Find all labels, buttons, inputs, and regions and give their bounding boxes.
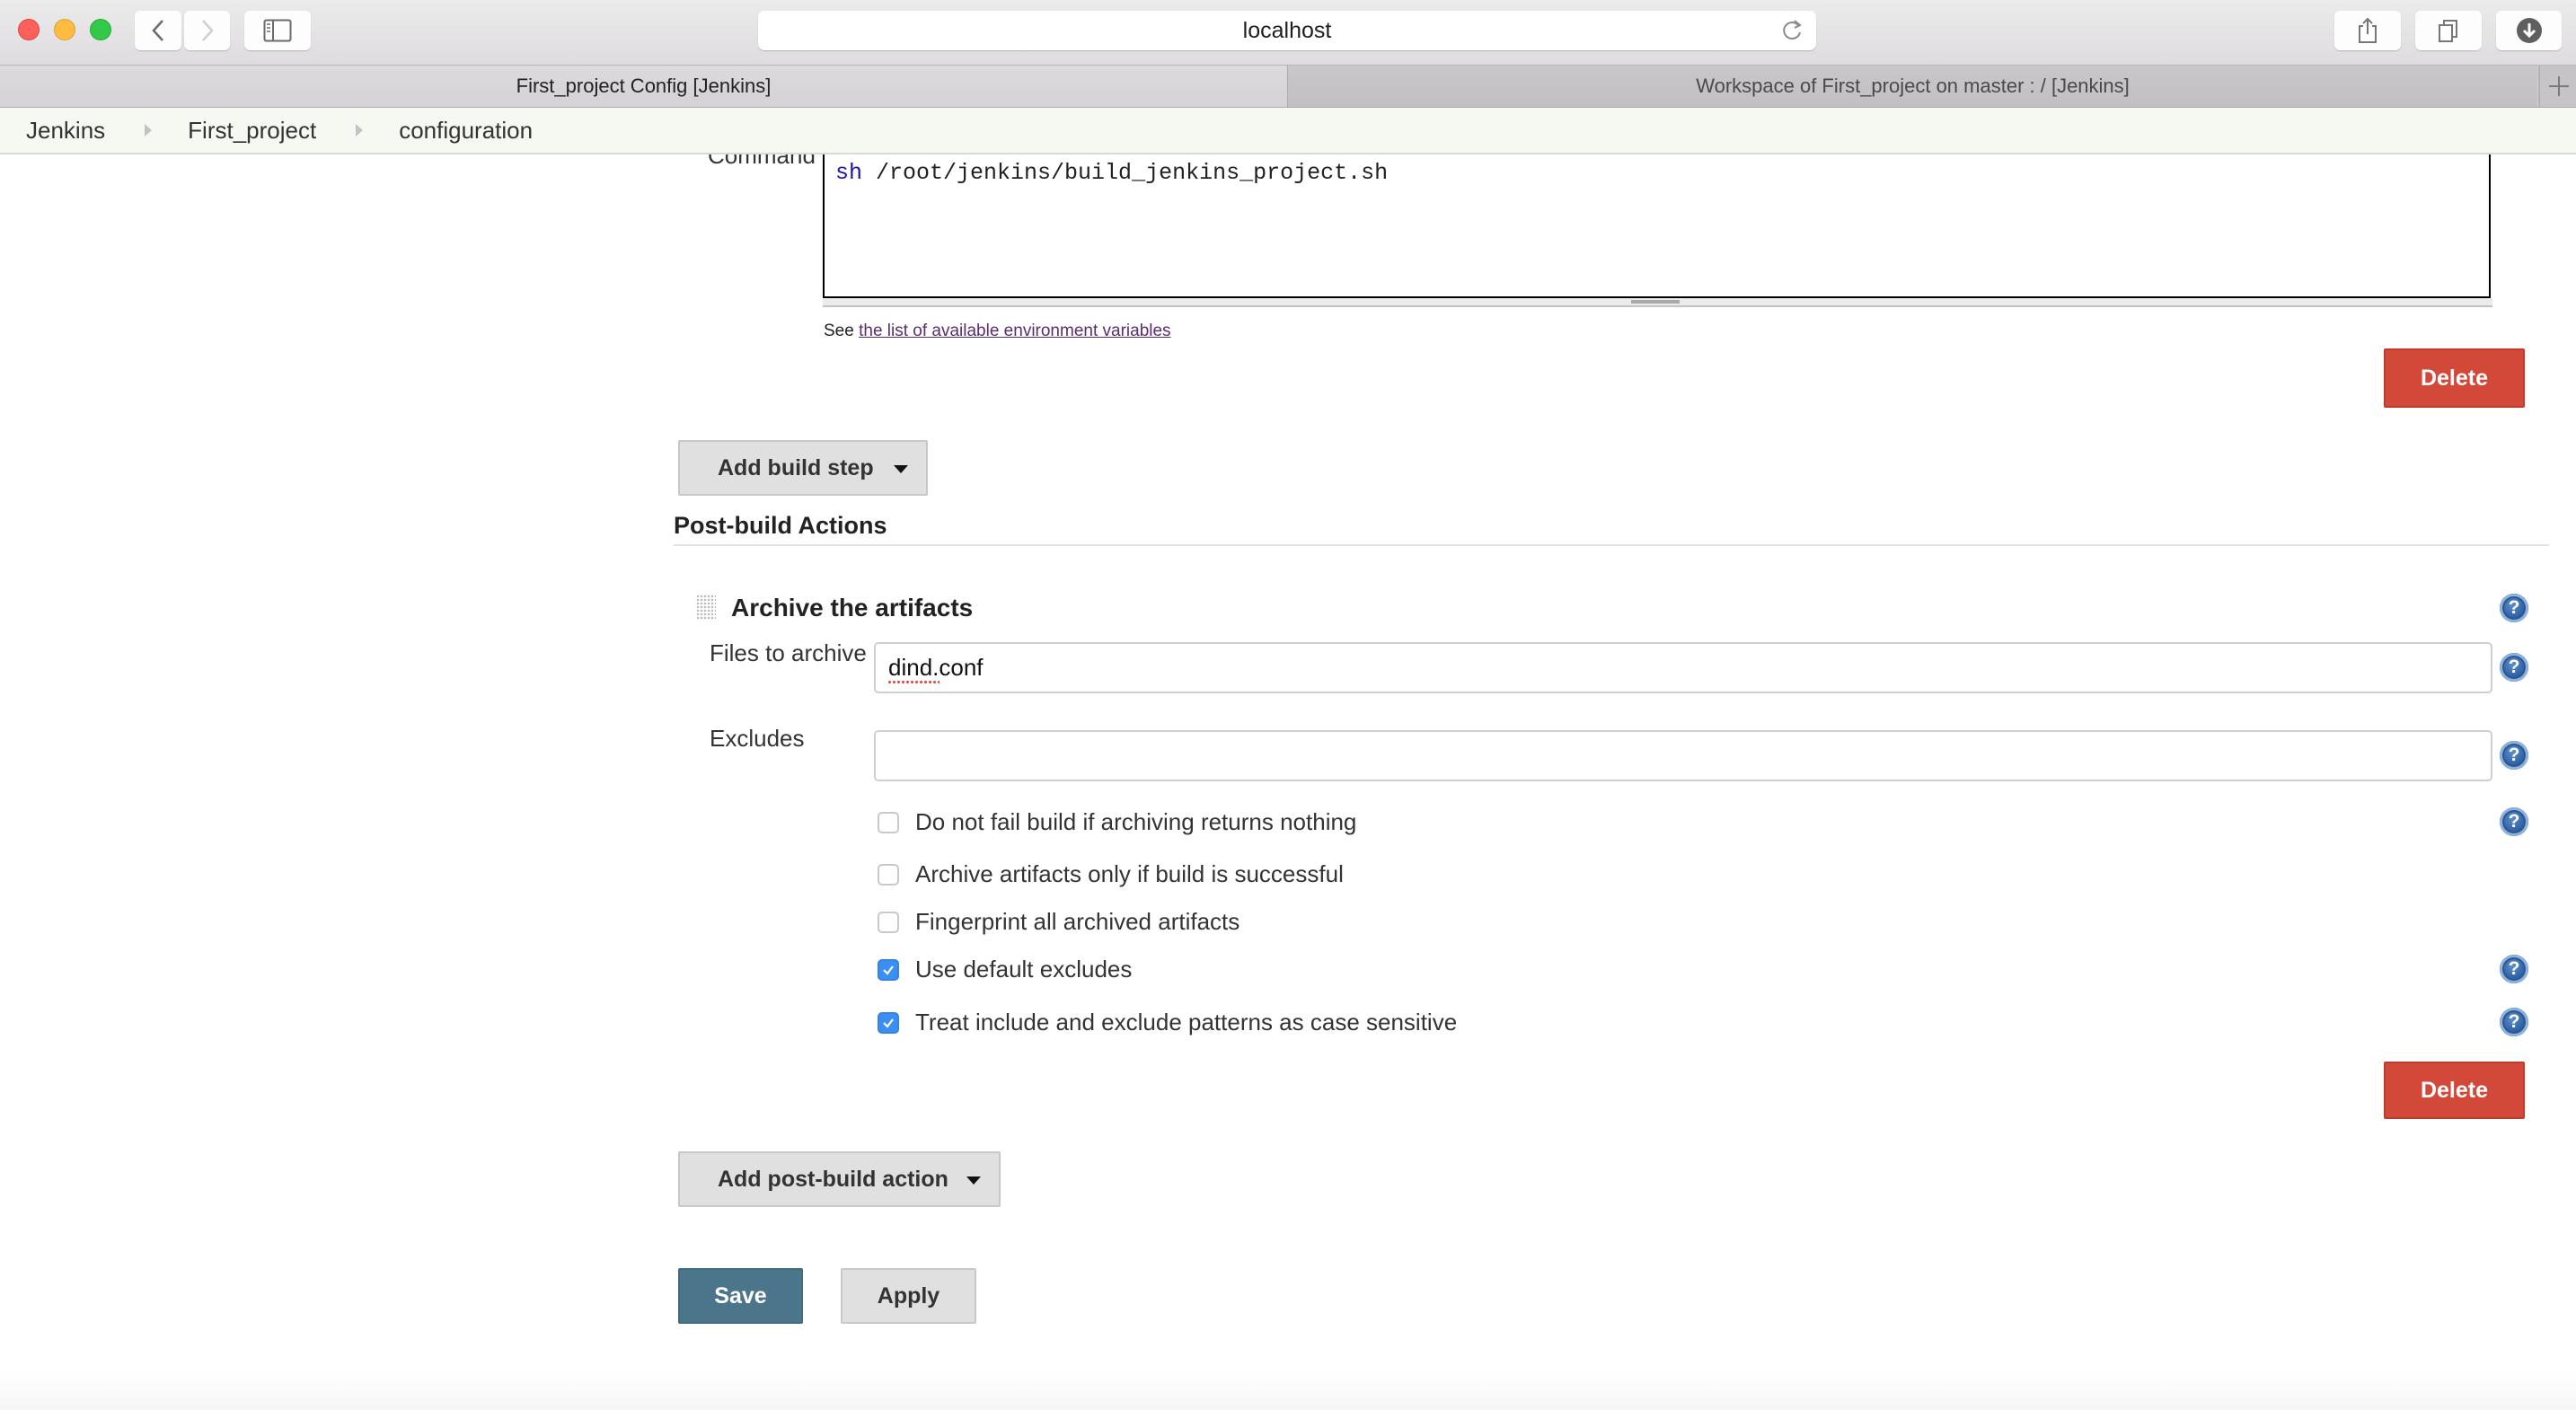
excludes-label: Excludes — [710, 725, 805, 752]
option-label: Fingerprint all archived artifacts — [915, 908, 1240, 935]
url-text: localhost — [1242, 18, 1332, 43]
env-vars-prefix: See — [824, 322, 860, 340]
delete-build-step-button[interactable]: Delete — [2384, 348, 2525, 408]
env-vars-hint: See the list of available environment va… — [824, 322, 1171, 341]
checkbox[interactable] — [878, 863, 899, 886]
checkbox-checked[interactable] — [878, 958, 899, 981]
help-icon[interactable]: ? — [2500, 741, 2528, 770]
files-to-archive-label: Files to archive — [710, 639, 867, 666]
excludes-input[interactable] — [874, 730, 2492, 781]
drag-handle-icon[interactable] — [696, 595, 716, 620]
checkbox[interactable] — [878, 911, 899, 933]
checkbox[interactable] — [878, 811, 899, 833]
tab-title: Workspace of First_project on master : /… — [1696, 75, 2130, 97]
command-argument: /root/jenkins/build_jenkins_project.sh — [862, 160, 1389, 186]
option-fingerprint[interactable]: Fingerprint all archived artifacts — [878, 908, 1239, 936]
sidebar-icon — [263, 19, 292, 42]
add-post-build-action-label: Add post-build action — [718, 1166, 948, 1192]
command-code: sh /root/jenkins/build_jenkins_project.s… — [835, 160, 1388, 186]
add-build-step-button[interactable]: Add build step — [678, 440, 928, 496]
option-default-excludes[interactable]: Use default excludes — [878, 956, 1132, 983]
back-button[interactable] — [135, 11, 181, 50]
tabs-overview-button[interactable] — [2415, 11, 2482, 50]
sidebar-toggle-button[interactable] — [244, 11, 311, 50]
resize-grip-icon[interactable] — [1631, 300, 1680, 304]
chevron-right-icon — [201, 20, 214, 41]
checkmark-icon — [883, 965, 894, 975]
option-label: Archive artifacts only if build is succe… — [915, 860, 1344, 887]
files-to-archive-input[interactable] — [874, 642, 2492, 693]
forward-button[interactable] — [184, 11, 230, 50]
plus-icon — [2549, 76, 2569, 96]
download-icon — [2516, 18, 2542, 43]
spellcheck-underline — [887, 681, 940, 683]
env-vars-link[interactable]: the list of available environment variab… — [859, 322, 1170, 340]
reload-icon[interactable] — [1780, 18, 1804, 43]
dropdown-caret-icon — [894, 465, 908, 473]
help-icon[interactable]: ? — [2500, 594, 2528, 622]
help-icon[interactable]: ? — [2500, 807, 2528, 836]
breadcrumb-separator-icon — [145, 124, 153, 137]
checkmark-icon — [883, 1018, 894, 1028]
breadcrumb: Jenkins First_project configuration — [0, 108, 2576, 154]
option-case-sensitive[interactable]: Treat include and exclude patterns as ca… — [878, 1009, 1457, 1036]
command-keyword: sh — [835, 160, 863, 186]
option-only-if-successful[interactable]: Archive artifacts only if build is succe… — [878, 860, 1344, 888]
address-bar[interactable]: localhost — [758, 11, 1816, 50]
command-label: Command — [708, 154, 816, 169]
downloads-button[interactable] — [2496, 11, 2562, 50]
archive-artifacts-title: Archive the artifacts — [731, 594, 974, 621]
zoom-window-button[interactable] — [90, 19, 111, 40]
option-label: Treat include and exclude patterns as ca… — [915, 1009, 1458, 1035]
section-heading-post-build: Post-build Actions — [674, 512, 887, 539]
share-button[interactable] — [2334, 11, 2401, 50]
footer — [0, 1371, 2576, 1410]
new-tab-button[interactable] — [2538, 66, 2576, 107]
save-button[interactable]: Save — [678, 1268, 803, 1324]
tab-first-project-config[interactable]: First_project Config [Jenkins] — [0, 66, 1288, 107]
option-label: Do not fail build if archiving returns n… — [915, 808, 1357, 835]
apply-button[interactable]: Apply — [841, 1268, 976, 1324]
help-icon[interactable]: ? — [2500, 955, 2528, 983]
section-divider — [674, 544, 2549, 546]
textarea-resize-bar[interactable] — [823, 298, 2492, 307]
checkbox-checked[interactable] — [878, 1011, 899, 1034]
tab-workspace[interactable]: Workspace of First_project on master : /… — [1288, 66, 2537, 107]
breadcrumb-separator-icon — [356, 124, 364, 137]
add-post-build-action-button[interactable]: Add post-build action — [678, 1151, 1001, 1207]
breadcrumb-configuration[interactable]: configuration — [399, 117, 533, 145]
help-icon[interactable]: ? — [2500, 1008, 2528, 1036]
breadcrumb-jenkins[interactable]: Jenkins — [26, 117, 105, 145]
command-textarea[interactable]: sh /root/jenkins/build_jenkins_project.s… — [823, 154, 2491, 298]
config-form: Command sh /root/jenkins/build_jenkins_p… — [0, 154, 2576, 1410]
option-do-not-fail[interactable]: Do not fail build if archiving returns n… — [878, 808, 1356, 836]
tabs-overview-icon — [2439, 20, 2457, 42]
minimize-window-button[interactable] — [54, 19, 75, 40]
browser-toolbar: localhost — [0, 0, 2576, 66]
help-icon[interactable]: ? — [2500, 653, 2528, 682]
close-window-button[interactable] — [18, 19, 40, 40]
add-build-step-label: Add build step — [718, 454, 874, 480]
tab-bar: First_project Config [Jenkins] Workspace… — [0, 66, 2576, 108]
dropdown-caret-icon — [966, 1176, 981, 1185]
chevron-left-icon — [152, 20, 163, 41]
option-label: Use default excludes — [915, 956, 1133, 983]
breadcrumb-first-project[interactable]: First_project — [188, 117, 316, 145]
share-icon — [2359, 17, 2377, 43]
tab-title: First_project Config [Jenkins] — [516, 75, 772, 97]
delete-post-build-button[interactable]: Delete — [2384, 1062, 2525, 1119]
